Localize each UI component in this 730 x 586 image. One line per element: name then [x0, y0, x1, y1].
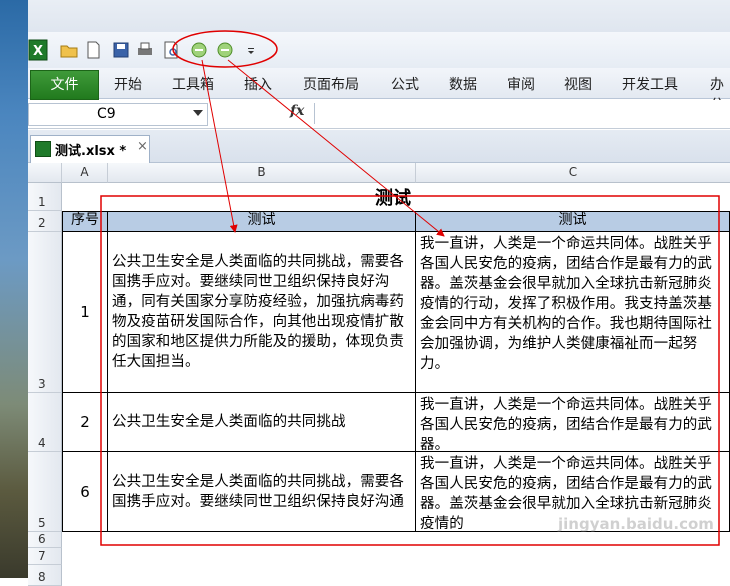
- highlight-rectangle: [100, 195, 720, 546]
- annotation-overlay: [100, 30, 720, 546]
- annotation-arrow: [201, 59, 238, 233]
- highlight-ellipse: [172, 30, 278, 68]
- annotation-arrow: [227, 59, 445, 237]
